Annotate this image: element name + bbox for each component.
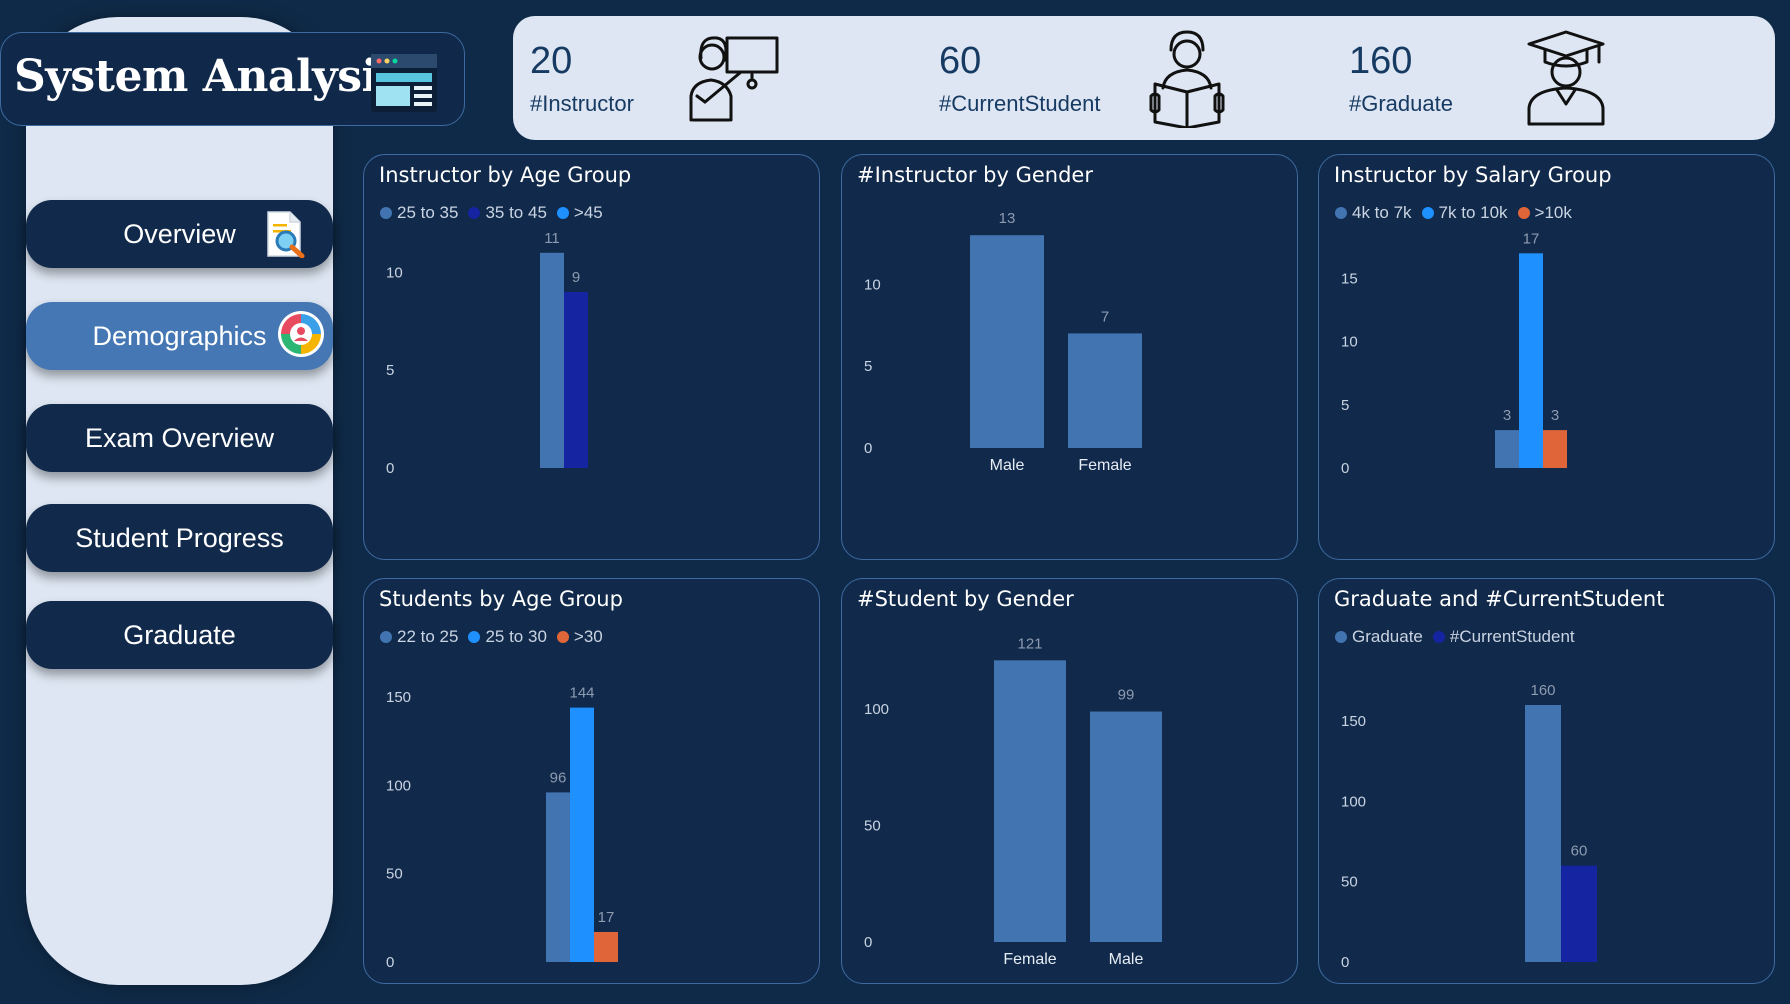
kpi-current-student-value: 60	[939, 40, 982, 82]
y-tick-label: 100	[1341, 793, 1366, 810]
search-document-icon	[267, 211, 305, 258]
y-tick-label: 0	[1341, 460, 1349, 477]
kpi-instructor-label: #Instructor	[530, 91, 634, 116]
bar	[994, 660, 1066, 942]
app-title-card: System Analysis	[0, 32, 465, 126]
y-tick-label: 150	[1341, 713, 1366, 730]
chart-instructor-by-age-group: Instructor by Age Group 25 to 35 35 to 4…	[363, 154, 820, 560]
y-tick-label: 0	[1341, 954, 1349, 971]
nav-student-progress-label: Student Progress	[75, 522, 284, 553]
bar	[1525, 705, 1561, 962]
kpi-graduate-value: 160	[1349, 40, 1413, 82]
chart-student-by-gender: #Student by Gender 0 50 100 121 Female 99 Male	[841, 578, 1298, 984]
data-label: 17	[598, 909, 615, 926]
nav-graduate-label: Graduate	[123, 619, 236, 650]
nav-exam-overview-button[interactable]: Exam Overview	[26, 404, 333, 472]
data-label: 160	[1530, 682, 1555, 699]
sidebar	[26, 17, 333, 985]
x-tick-label: Male	[990, 457, 1025, 474]
y-tick-label: 0	[864, 440, 872, 457]
data-label: 9	[572, 269, 580, 286]
bar	[970, 235, 1044, 448]
chart-plot: 0 50 100 150 96 144 17	[386, 685, 618, 971]
data-label: 144	[569, 685, 594, 702]
x-tick-label: Female	[1078, 457, 1131, 474]
y-tick-label: 5	[864, 358, 872, 375]
bar	[1561, 865, 1597, 962]
kpi-instructor-value: 20	[530, 40, 573, 82]
y-tick-label: 10	[386, 264, 403, 281]
kpi-banner: 20 #Instructor 60 #CurrentStudent 160 #G…	[513, 16, 1775, 140]
data-label: 121	[1017, 635, 1042, 652]
y-tick-label: 15	[1341, 271, 1358, 288]
bar	[540, 252, 564, 468]
y-tick-label: 0	[386, 460, 394, 477]
chart-instructor-by-gender: #Instructor by Gender 0 5 10 13 Male 7 Female	[841, 154, 1298, 560]
kpi-current-student-label: #CurrentStudent	[939, 91, 1101, 116]
nav-overview-button[interactable]: Overview	[26, 200, 333, 268]
y-tick-label: 150	[386, 689, 411, 706]
x-tick-label: Male	[1109, 951, 1144, 968]
x-tick-label: Female	[1003, 951, 1056, 968]
chart-instructor-by-salary-group: Instructor by Salary Group 4k to 7k 7k t…	[1318, 154, 1775, 560]
chart-plot: 0 5 10 11 9	[386, 230, 588, 477]
nav-demographics-button[interactable]: Demographics	[26, 302, 333, 370]
data-label: 3	[1503, 407, 1511, 424]
bar	[570, 707, 594, 962]
app-title: System Analysis	[14, 51, 402, 102]
data-label: 11	[544, 230, 560, 247]
y-tick-label: 10	[1341, 334, 1358, 351]
bar	[1090, 711, 1162, 942]
nav-student-progress-button[interactable]: Student Progress	[26, 504, 333, 572]
y-tick-label: 100	[864, 701, 889, 718]
bar	[1543, 430, 1567, 468]
bar	[1068, 333, 1142, 448]
data-label: 3	[1551, 407, 1559, 424]
graduate-icon	[1527, 30, 1605, 126]
pie-chart-icon	[278, 311, 324, 357]
nav-demographics-label: Demographics	[92, 320, 267, 351]
bar	[594, 931, 618, 962]
dashboard-icon	[371, 54, 437, 112]
y-tick-label: 10	[864, 276, 881, 293]
chart-plot: 0 5 10 13 Male 7 Female	[864, 210, 1142, 474]
chart-plot: 0 5 10 15 3 17 3	[1341, 230, 1567, 477]
y-tick-label: 100	[386, 777, 411, 794]
chart-graduate-and-current-student: Graduate and #CurrentStudent Graduate #C…	[1318, 578, 1775, 984]
chart-plot: 0 50 100 150 160 60	[1341, 682, 1597, 971]
y-tick-label: 5	[386, 362, 394, 379]
data-label: 96	[550, 769, 567, 786]
y-tick-label: 5	[1341, 397, 1349, 414]
bar	[1519, 253, 1543, 468]
y-tick-label: 0	[386, 954, 394, 971]
instructor-icon	[689, 36, 779, 122]
nav-overview-label: Overview	[123, 218, 236, 249]
chart-students-by-age-group: Students by Age Group 22 to 25 25 to 30 …	[363, 578, 820, 984]
data-label: 99	[1118, 687, 1135, 704]
nav-graduate-button[interactable]: Graduate	[26, 601, 333, 669]
data-label: 13	[999, 210, 1016, 227]
nav-exam-overview-label: Exam Overview	[84, 422, 275, 453]
data-label: 60	[1571, 843, 1588, 860]
y-tick-label: 50	[1341, 874, 1358, 891]
kpi-graduate-label: #Graduate	[1349, 91, 1453, 116]
bar	[1495, 430, 1519, 468]
y-tick-label: 0	[864, 934, 872, 951]
student-reading-icon	[1149, 30, 1225, 128]
data-label: 7	[1101, 308, 1109, 325]
y-tick-label: 50	[864, 818, 881, 835]
bar	[546, 792, 570, 962]
data-label: 17	[1523, 230, 1540, 247]
chart-plot: 0 50 100 121 Female 99 Male	[864, 635, 1162, 968]
bar	[564, 291, 588, 468]
y-tick-label: 50	[386, 866, 403, 883]
